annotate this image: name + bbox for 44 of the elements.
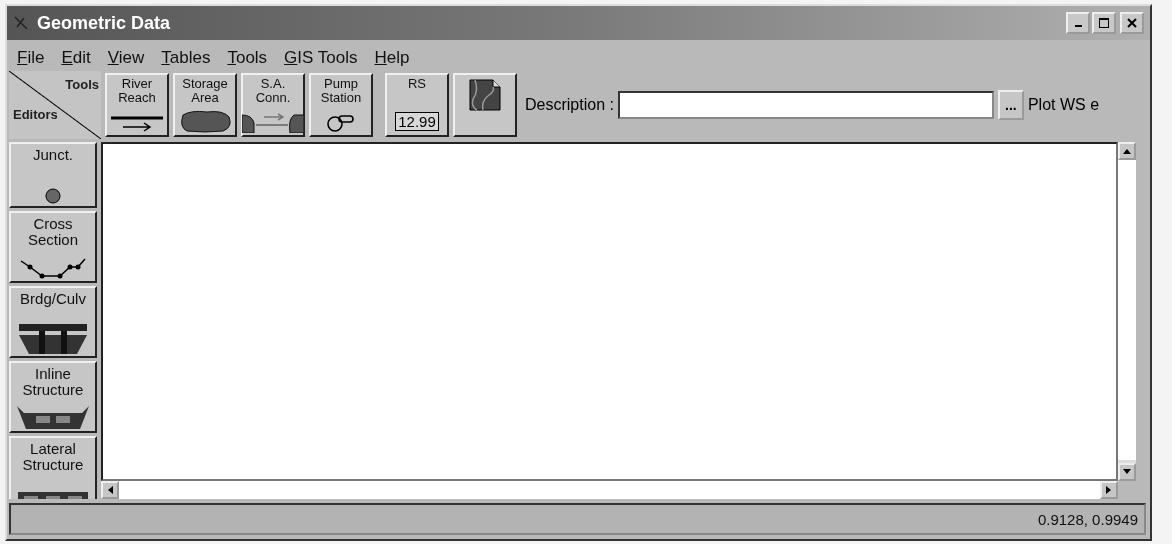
minimize-button[interactable]	[1066, 12, 1090, 34]
bridge-icon	[17, 324, 89, 354]
close-button[interactable]	[1120, 12, 1144, 34]
cross-section-icon	[18, 257, 88, 279]
right-arrow-icon	[1106, 486, 1112, 494]
station-tag: 12.99	[395, 112, 439, 131]
tool-button[interactable]: Pump Station	[309, 73, 373, 137]
maximize-button[interactable]	[1092, 12, 1116, 34]
left-arrow-icon	[107, 486, 113, 494]
menu-item[interactable]: Edit	[61, 48, 91, 68]
tool-button[interactable]: Storage Area	[173, 73, 237, 137]
coordinates-text: 0.9128, 0.9949	[1037, 510, 1138, 528]
editor-button[interactable]: Junct.	[9, 142, 97, 208]
app-icon	[13, 15, 29, 31]
plot-label: Plot WS e	[1027, 96, 1100, 114]
editors-label: Editors	[13, 107, 58, 122]
tool-button[interactable]	[453, 73, 517, 137]
arrow-icon	[109, 115, 165, 133]
menu-item[interactable]: View	[107, 48, 145, 68]
tool-button[interactable]: River Reach	[105, 73, 169, 137]
editor-button[interactable]: Cross Section	[9, 211, 97, 283]
minimize-icon	[1074, 25, 1082, 27]
browse-button[interactable]: ...	[997, 90, 1024, 120]
editor-button[interactable]: Brdg/Culv	[9, 286, 97, 358]
menu-item[interactable]: File	[17, 48, 45, 68]
menu-item[interactable]: Tools	[227, 48, 268, 68]
close-icon	[1127, 18, 1137, 28]
menu-item[interactable]: Tables	[161, 48, 211, 68]
up-arrow-icon	[1123, 148, 1131, 154]
menu-item[interactable]: Help	[374, 48, 410, 68]
description-label: Description :	[525, 96, 614, 114]
tool-button[interactable]: RS 12.99	[385, 73, 449, 137]
menu-item[interactable]: GIS Tools	[284, 48, 358, 68]
weir-icon	[16, 405, 90, 429]
down-arrow-icon	[1123, 469, 1131, 475]
circle-icon	[45, 188, 61, 204]
map-icon	[467, 77, 503, 113]
description-field[interactable]	[617, 91, 994, 119]
tool-button[interactable]: S.A. Conn.	[241, 73, 305, 137]
editor-button[interactable]: Lateral Structure	[9, 436, 97, 499]
editor-button[interactable]: Inline Structure	[9, 361, 97, 433]
window-title: Geometric Data	[37, 12, 171, 34]
maximize-icon	[1099, 18, 1109, 28]
tools-label: Tools	[65, 77, 99, 92]
